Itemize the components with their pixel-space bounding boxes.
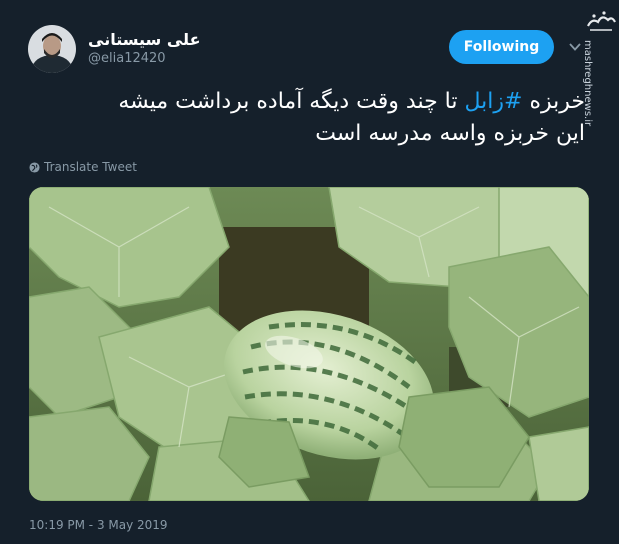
avatar-image [28, 25, 76, 73]
chevron-down-icon[interactable] [568, 40, 582, 54]
display-name[interactable]: علی سیستانی [88, 30, 201, 49]
tweet-photo[interactable] [29, 187, 589, 501]
tweet-text: خربزه #زابل تا چند وقت دیگه آماده برداشت… [25, 86, 585, 150]
tweet-text-post: تا چند وقت دیگه آماده برداشت میشه [118, 89, 465, 114]
user-handle[interactable]: @elia12420 [88, 51, 166, 66]
translate-label: Translate Tweet [44, 160, 137, 174]
watermark-logo [587, 11, 616, 31]
watermark: mashreghnews.ir [582, 8, 618, 126]
avatar[interactable] [28, 25, 76, 73]
globe-icon [29, 161, 40, 173]
tweet-line-1: خربزه #زابل تا چند وقت دیگه آماده برداشت… [25, 86, 585, 118]
tweet-text-pre: خربزه [522, 89, 585, 114]
hashtag-link[interactable]: #زابل [465, 89, 523, 114]
translate-tweet-link[interactable]: Translate Tweet [29, 160, 137, 174]
following-button[interactable]: Following [449, 30, 554, 64]
timestamp[interactable]: 10:19 PM - 3 May 2019 [29, 518, 168, 532]
tweet-line-2: این خربزه واسه مدرسه است [315, 121, 585, 146]
tweet-card: علی سیستانی @elia12420 Following mashreg… [0, 0, 619, 544]
melon-photo [29, 187, 589, 501]
